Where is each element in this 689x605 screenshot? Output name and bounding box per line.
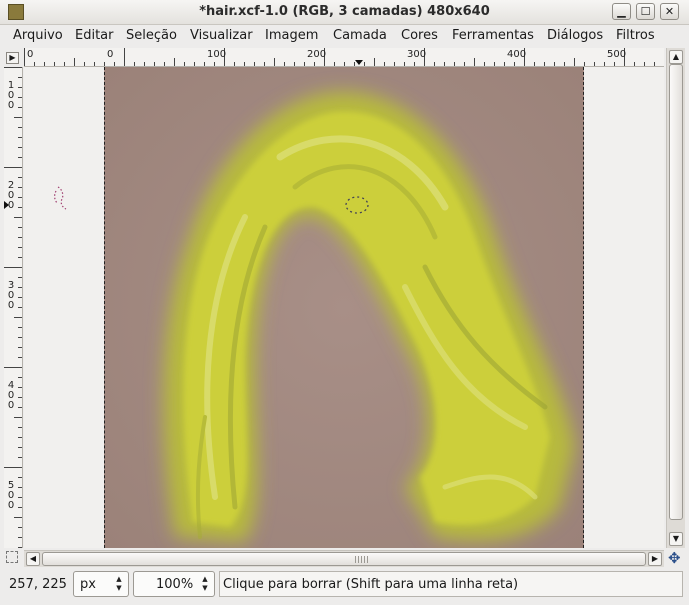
ruler-label: 0: [107, 49, 114, 60]
pointer-position-marker: [355, 60, 363, 65]
horizontal-scrollbar[interactable]: ◀ ▶: [24, 550, 664, 567]
horizontal-ruler-ticks: [24, 48, 655, 66]
scroll-up-button[interactable]: ▲: [669, 50, 683, 64]
ruler-label: 300: [407, 49, 427, 60]
vertical-scrollbar[interactable]: ▲ ▼: [666, 48, 685, 548]
menu-camada[interactable]: Camada: [333, 28, 387, 43]
brush-cursor-icon: [54, 186, 67, 210]
menu-ferramentas[interactable]: Ferramentas: [452, 28, 534, 43]
ruler-label: 0: [27, 49, 34, 60]
ruler-label: 100: [207, 49, 227, 60]
image-canvas[interactable]: [104, 67, 584, 548]
unit-value: px: [80, 577, 96, 592]
ruler-label: 200: [7, 180, 15, 211]
title-bar: *hair.xcf-1.0 (RGB, 3 camadas) 480x640 ▁…: [0, 0, 689, 25]
image-menu-button[interactable]: ▶: [6, 52, 19, 64]
close-button[interactable]: ✕: [660, 3, 679, 20]
ruler-label: 400: [507, 49, 527, 60]
zoom-selector[interactable]: 100% ▲ ▼: [133, 571, 215, 597]
ruler-label: 500: [7, 480, 15, 511]
status-bar: 257, 225 px ▲ ▼ 100% ▲ ▼ Clique para borra…: [0, 568, 689, 605]
maximize-button[interactable]: ☐: [636, 3, 655, 20]
menu-selecao[interactable]: Seleção: [126, 28, 177, 43]
spin-arrows-icon: ▲ ▼: [202, 575, 208, 592]
ruler-label: 400: [7, 380, 15, 411]
pointer-coordinates: 257, 225: [9, 577, 67, 592]
ruler-label: 100: [7, 80, 15, 111]
navigate-icon[interactable]: ✥: [668, 551, 681, 566]
scroll-left-button[interactable]: ◀: [26, 552, 40, 566]
ruler-label: 500: [607, 49, 627, 60]
menu-arquivo[interactable]: Arquivo: [13, 28, 63, 43]
canvas-area[interactable]: [24, 67, 664, 548]
unit-selector[interactable]: px ▲ ▼: [73, 571, 129, 597]
horizontal-ruler[interactable]: 0 0 100 200 300 400 500: [24, 48, 664, 67]
menu-cores[interactable]: Cores: [401, 28, 438, 43]
ruler-label: 200: [307, 49, 327, 60]
window-title: *hair.xcf-1.0 (RGB, 3 camadas) 480x640: [199, 4, 490, 19]
menu-visualizar[interactable]: Visualizar: [190, 28, 253, 43]
menu-imagem[interactable]: Imagem: [265, 28, 318, 43]
menu-editar[interactable]: Editar: [75, 28, 114, 43]
vertical-scroll-thumb[interactable]: [669, 64, 683, 520]
menu-bar: Arquivo Editar Seleção Visualizar Imagem…: [0, 25, 689, 47]
scroll-down-button[interactable]: ▼: [669, 532, 683, 546]
quick-mask-toggle-icon[interactable]: [6, 551, 18, 563]
vertical-ruler[interactable]: 100 200 300 400 500: [4, 67, 23, 548]
menu-filtros[interactable]: Filtros: [616, 28, 655, 43]
menu-dialogos[interactable]: Diálogos: [547, 28, 603, 43]
minimize-button[interactable]: ▁: [612, 3, 631, 20]
status-message: Clique para borrar (Shift para uma linha…: [219, 571, 683, 597]
spin-arrows-icon: ▲ ▼: [116, 575, 122, 592]
hair-illustration: [105, 67, 583, 548]
ruler-label: 300: [7, 280, 15, 311]
horizontal-scroll-thumb[interactable]: [42, 552, 646, 566]
scroll-right-button[interactable]: ▶: [648, 552, 662, 566]
zoom-value: 100%: [156, 577, 194, 592]
